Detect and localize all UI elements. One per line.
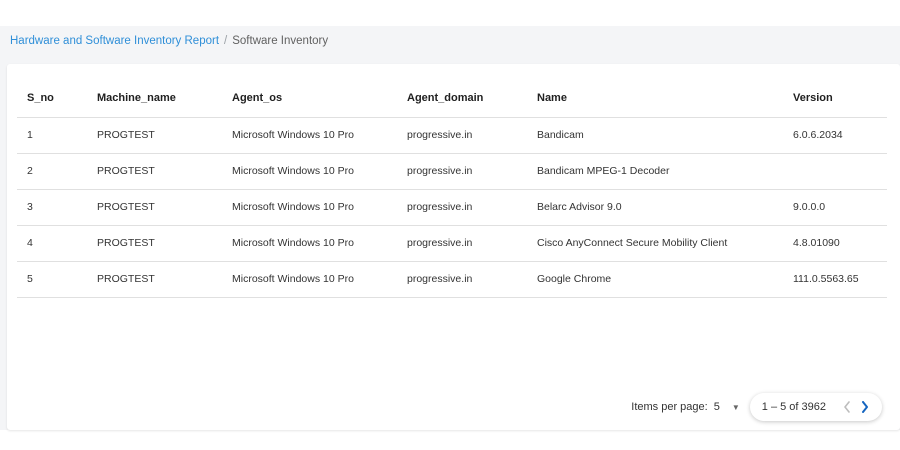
cell-agent-os: Microsoft Windows 10 Pro xyxy=(222,189,397,226)
cell-agent-domain: progressive.in xyxy=(397,225,527,262)
items-per-page-value: 5 xyxy=(713,401,720,413)
column-header-name[interactable]: Name xyxy=(527,80,783,118)
table-row: 2 PROGTEST Microsoft Windows 10 Pro prog… xyxy=(17,153,887,190)
column-header-version[interactable]: Version xyxy=(783,80,887,118)
column-header-machine-name[interactable]: Machine_name xyxy=(87,80,222,118)
table-row: 4 PROGTEST Microsoft Windows 10 Pro prog… xyxy=(17,225,887,262)
breadcrumb-parent-link[interactable]: Hardware and Software Inventory Report xyxy=(10,35,219,47)
software-inventory-table: S_no Machine_name Agent_os Agent_domain … xyxy=(17,80,887,298)
breadcrumb-separator: / xyxy=(224,35,228,47)
cell-agent-domain: progressive.in xyxy=(397,117,527,154)
dropdown-caret-icon: ▼ xyxy=(731,402,740,412)
breadcrumb: Hardware and Software Inventory Report /… xyxy=(0,26,900,56)
cell-agent-os: Microsoft Windows 10 Pro xyxy=(222,117,397,154)
cell-machine-name: PROGTEST xyxy=(87,117,222,154)
cell-s-no: 1 xyxy=(17,117,87,154)
table-header-row: S_no Machine_name Agent_os Agent_domain … xyxy=(17,80,887,118)
items-per-page-select[interactable]: 5 ▼ xyxy=(714,401,740,413)
cell-name: Bandicam MPEG-1 Decoder xyxy=(527,153,783,190)
cell-name: Bandicam xyxy=(527,117,783,154)
cell-machine-name: PROGTEST xyxy=(87,225,222,262)
cell-agent-domain: progressive.in xyxy=(397,189,527,226)
cell-machine-name: PROGTEST xyxy=(87,189,222,226)
cell-version: 111.0.5563.65 xyxy=(783,261,887,298)
cell-s-no: 4 xyxy=(17,225,87,262)
cell-agent-os: Microsoft Windows 10 Pro xyxy=(222,153,397,190)
table-row: 5 PROGTEST Microsoft Windows 10 Pro prog… xyxy=(17,261,887,298)
column-header-agent-domain[interactable]: Agent_domain xyxy=(397,80,527,118)
cell-version: 6.0.6.2034 xyxy=(783,117,887,154)
previous-page-button[interactable] xyxy=(838,397,856,417)
cell-version: 4.8.01090 xyxy=(783,225,887,262)
cell-agent-domain: progressive.in xyxy=(397,153,527,190)
paginator: Items per page: 5 ▼ 1 – 5 of 3962 xyxy=(631,391,882,423)
cell-version: 9.0.0.0 xyxy=(783,189,887,226)
cell-machine-name: PROGTEST xyxy=(87,153,222,190)
page-range-label: 1 – 5 of 3962 xyxy=(761,401,826,413)
breadcrumb-current: Software Inventory xyxy=(232,35,329,47)
chevron-left-icon xyxy=(844,401,850,413)
items-per-page-label: Items per page: xyxy=(631,401,708,413)
cell-s-no: 2 xyxy=(17,153,87,190)
column-header-agent-os[interactable]: Agent_os xyxy=(222,80,397,118)
cell-name: Cisco AnyConnect Secure Mobility Client xyxy=(527,225,783,262)
table-row: 3 PROGTEST Microsoft Windows 10 Pro prog… xyxy=(17,189,887,226)
cell-s-no: 3 xyxy=(17,189,87,226)
cell-agent-os: Microsoft Windows 10 Pro xyxy=(222,261,397,298)
column-header-s-no[interactable]: S_no xyxy=(17,80,87,118)
cell-name: Belarc Advisor 9.0 xyxy=(527,189,783,226)
next-page-button[interactable] xyxy=(856,397,874,417)
table-row: 1 PROGTEST Microsoft Windows 10 Pro prog… xyxy=(17,117,887,154)
cell-machine-name: PROGTEST xyxy=(87,261,222,298)
cell-s-no: 5 xyxy=(17,261,87,298)
cell-agent-domain: progressive.in xyxy=(397,261,527,298)
range-navigation: 1 – 5 of 3962 xyxy=(749,393,882,421)
cell-name: Google Chrome xyxy=(527,261,783,298)
cell-version xyxy=(783,153,887,190)
inventory-card: S_no Machine_name Agent_os Agent_domain … xyxy=(7,64,900,430)
chevron-right-icon xyxy=(862,401,868,413)
cell-agent-os: Microsoft Windows 10 Pro xyxy=(222,225,397,262)
